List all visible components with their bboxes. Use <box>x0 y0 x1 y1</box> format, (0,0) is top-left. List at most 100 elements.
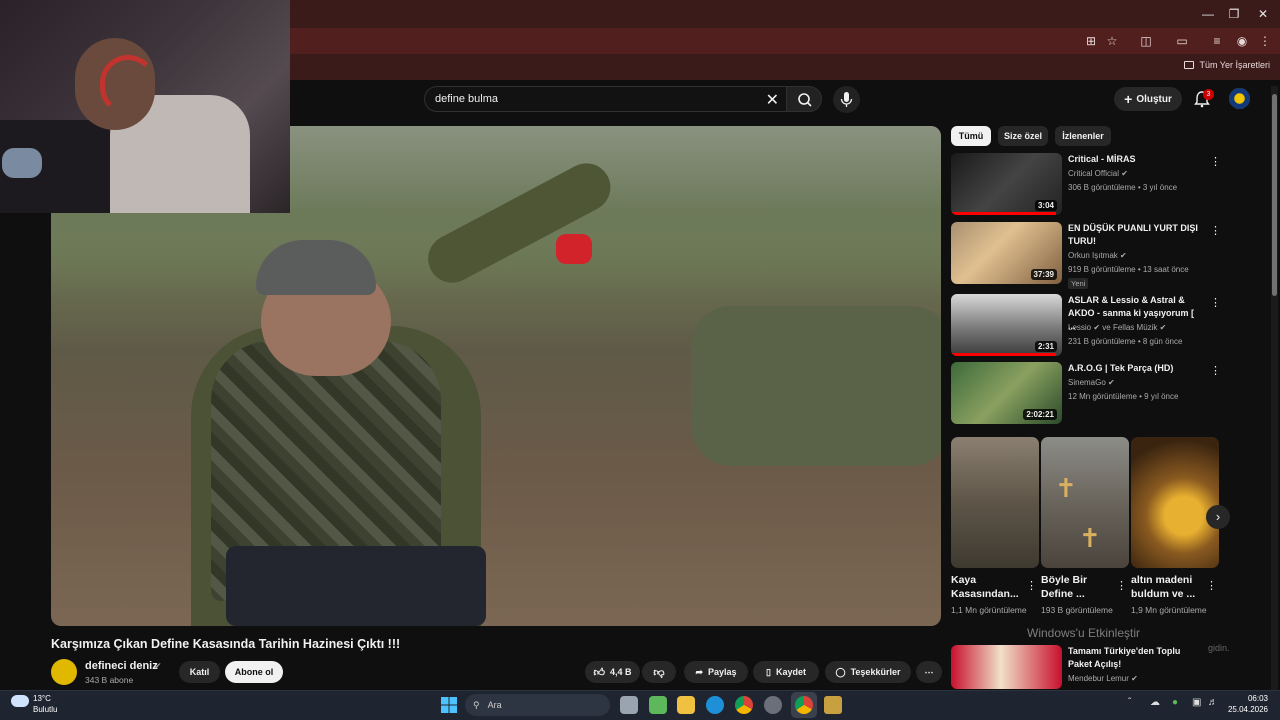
subscribe-button[interactable]: Abone ol <box>225 661 283 683</box>
file-explorer-icon[interactable] <box>677 696 695 714</box>
video-thumbnail[interactable]: 3:04 <box>951 153 1062 215</box>
more-vertical-icon[interactable]: ⋮ <box>1026 579 1037 592</box>
more-actions-button[interactable]: ⋯ <box>916 661 942 683</box>
clear-search-icon[interactable]: ✕ <box>766 90 779 110</box>
short-item[interactable]: altın madeni buldum ve ... 1,9 Mn görünt… <box>1131 437 1219 616</box>
verified-icon: ✔ <box>1131 674 1138 683</box>
more-vertical-icon[interactable]: ⋮ <box>1116 579 1127 592</box>
dislike-button[interactable]: 👎︎ <box>642 661 676 683</box>
verified-icon: ✔ <box>154 661 162 671</box>
short-thumbnail[interactable] <box>1131 437 1219 568</box>
chip-watched[interactable]: İzlenenler <box>1055 126 1111 146</box>
app-icon[interactable] <box>764 696 782 714</box>
recommendation-item[interactable]: Tamamı Türkiye'den Toplu Paket Açılış! M… <box>951 645 1226 689</box>
edge-icon[interactable] <box>706 696 724 714</box>
channel-avatar[interactable] <box>51 659 77 685</box>
install-app-icon[interactable]: ⊞ <box>1082 33 1100 49</box>
duration-badge: 3:04 <box>1034 200 1057 211</box>
short-thumbnail[interactable] <box>951 437 1039 568</box>
microphone-icon[interactable]: ● <box>1172 697 1178 708</box>
extensions-icon[interactable]: ◫ <box>1137 33 1155 49</box>
verified-icon: ✔ <box>1159 323 1167 332</box>
video-thumbnail[interactable]: 37:39 <box>951 222 1062 284</box>
bookmark-star-icon[interactable]: ☆ <box>1103 33 1121 49</box>
reading-list-icon[interactable]: ≡ <box>1208 33 1226 49</box>
cloud-sync-icon[interactable]: ☁ <box>1150 697 1160 708</box>
short-title: Böyle Bir Define ... <box>1041 574 1088 600</box>
windows-start-icon[interactable] <box>440 696 458 714</box>
close-window-icon[interactable]: ✕ <box>1251 6 1275 22</box>
verified-icon: ✔ <box>1120 251 1127 260</box>
scrollbar-thumb[interactable] <box>1272 94 1277 296</box>
share-button[interactable]: ➦ Paylaş <box>684 661 748 683</box>
taskbar-search[interactable]: ⚲ Ara <box>465 694 610 716</box>
more-vertical-icon[interactable]: ⋮ <box>1210 296 1221 309</box>
bookmark-icon: ▯ <box>766 666 771 677</box>
short-item[interactable]: Kaya Kasasından... 1,1 Mn görüntüleme ⋮ <box>951 437 1039 616</box>
more-vertical-icon[interactable]: ⋮ <box>1206 579 1217 592</box>
account-avatar[interactable] <box>1229 88 1250 109</box>
recommendation-meta: 919 B görüntüleme • 13 saat önce <box>1068 265 1189 274</box>
store-icon[interactable] <box>649 696 667 714</box>
cloud-icon[interactable] <box>11 695 29 707</box>
short-thumbnail[interactable]: ✝ ✝ <box>1041 437 1129 568</box>
chip-all[interactable]: Tümü <box>951 126 991 146</box>
thumbs-down-icon: 👎︎ <box>653 666 665 679</box>
more-vertical-icon[interactable]: ⋮ <box>1210 364 1221 377</box>
more-vertical-icon[interactable]: ⋮ <box>1210 155 1221 168</box>
recommendation-item[interactable]: 2:31 ASLAR & Lessio & Astral & AKDO - sa… <box>951 294 1226 358</box>
task-view-icon[interactable] <box>620 696 638 714</box>
create-label: Oluştur <box>1136 93 1172 105</box>
weather-description[interactable]: Bulutlu <box>33 705 57 714</box>
join-button[interactable]: Katıl <box>179 661 220 683</box>
recommendation-title: Critical - MİRAS <box>1068 154 1136 164</box>
verified-icon: ✔ <box>1108 378 1115 387</box>
recommendation-item[interactable]: 2:02:21 A.R.O.G | Tek Parça (HD) SinemaG… <box>951 362 1226 426</box>
network-icon[interactable]: ▣ <box>1192 697 1201 708</box>
short-views: 193 B görüntüleme <box>1041 605 1113 615</box>
video-thumbnail[interactable]: 2:31 <box>951 294 1062 356</box>
thanks-label: Teşekkürler <box>850 667 901 677</box>
short-item[interactable]: ✝ ✝ Böyle Bir Define ... 193 B görüntüle… <box>1041 437 1129 616</box>
recommendation-channel: Mendebur Lemur ✔ <box>1068 674 1138 683</box>
chip-for-you[interactable]: Size özel <box>998 126 1048 146</box>
search-box[interactable]: define bulma ✕ <box>424 86 788 112</box>
video-thumbnail[interactable] <box>951 645 1062 689</box>
media-icon[interactable]: ▭ <box>1173 33 1191 49</box>
like-button[interactable]: 👍︎ 4,4 B <box>585 661 640 683</box>
short-title: Kaya Kasasından... <box>951 574 1019 600</box>
recommendation-item[interactable]: 3:04 Critical - MİRAS Critical Official … <box>951 153 1226 217</box>
recommendation-item[interactable]: 37:39 EN DÜŞÜK PUANLI YURT DIŞI TURU! Or… <box>951 222 1226 289</box>
chrome-icon[interactable] <box>795 696 813 714</box>
create-button[interactable]: + Oluştur <box>1114 87 1182 111</box>
restore-icon[interactable]: ❐ <box>1222 6 1246 22</box>
league-icon[interactable] <box>824 696 842 714</box>
all-bookmarks-folder[interactable]: Tüm Yer İşaretleri <box>1184 60 1270 70</box>
verified-icon: ✔ <box>1121 169 1128 178</box>
channel-name[interactable]: defineci deniz <box>85 660 158 672</box>
minimize-icon[interactable]: — <box>1196 6 1220 22</box>
search-button[interactable] <box>786 86 822 112</box>
weather-temperature[interactable]: 13°C <box>33 694 51 703</box>
volume-icon[interactable]: ♬ <box>1208 697 1218 708</box>
voice-search-button[interactable] <box>833 86 860 113</box>
duration-badge: 2:02:21 <box>1023 409 1057 420</box>
recommendation-title: A.R.O.G | Tek Parça (HD) <box>1068 363 1174 373</box>
chrome-icon[interactable] <box>735 696 753 714</box>
clock-date[interactable]: 25.04.2026 <box>1218 705 1268 714</box>
thumbs-up-icon: 👍︎ <box>593 666 605 679</box>
video-thumbnail[interactable]: 2:02:21 <box>951 362 1062 424</box>
browser-profile-icon[interactable]: ◉ <box>1233 33 1251 49</box>
folder-icon <box>1184 61 1195 69</box>
duration-badge: 2:31 <box>1034 341 1057 352</box>
save-button[interactable]: ▯ Kaydet <box>753 661 819 683</box>
shorts-next-button[interactable]: › <box>1206 505 1230 529</box>
clock-time[interactable]: 06:03 <box>1228 694 1268 703</box>
more-vertical-icon[interactable]: ⋮ <box>1210 224 1221 237</box>
browser-menu-icon[interactable]: ⋮ <box>1256 33 1274 49</box>
notification-count-badge: 3 <box>1203 89 1214 100</box>
short-views: 1,9 Mn görüntüleme <box>1131 605 1207 615</box>
chevron-up-icon[interactable]: ˆ <box>1128 697 1131 708</box>
thanks-button[interactable]: ◯ Teşekkürler <box>825 661 911 683</box>
search-input[interactable]: define bulma <box>435 93 498 105</box>
